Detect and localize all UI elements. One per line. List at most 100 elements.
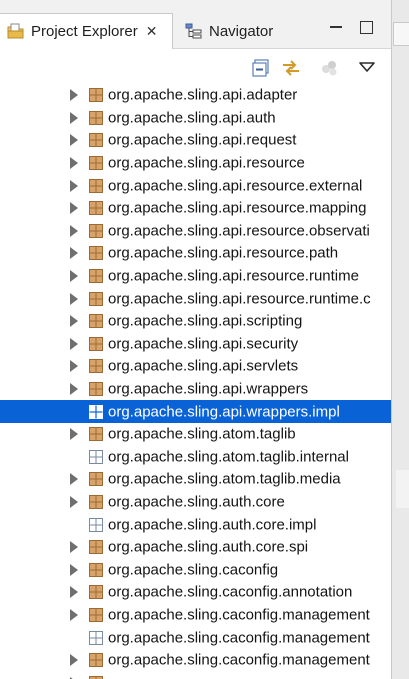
tree-row[interactable]: org.apache.sling.api.security [0, 333, 391, 356]
package-icon [88, 471, 104, 487]
tree-row[interactable]: org.apache.sling.caconfig.management [0, 649, 391, 672]
tree-row[interactable]: org.apache.sling.api.resource.path [0, 242, 391, 265]
tree-row[interactable]: org.apache.sling.api.resource.external [0, 174, 391, 197]
view-menu-icon[interactable] [356, 57, 378, 79]
tree-row[interactable]: org.apache.sling.atom.taglib [0, 423, 391, 446]
tree-row[interactable]: org.apache.sling.api.request [0, 129, 391, 152]
tree-row-label: org.apache.sling.caconfig.annotation [108, 583, 353, 601]
chevron-right-icon[interactable] [70, 428, 78, 441]
tree-row-label: org.apache.sling.atom.taglib.internal [108, 448, 349, 466]
tree-row-label: org.apache.sling.api.resource.path [108, 244, 339, 262]
tree-row[interactable]: org.apache.sling.auth.core.spi [0, 536, 391, 559]
minimize-icon[interactable] [329, 20, 345, 36]
chevron-right-icon[interactable] [70, 383, 78, 396]
chevron-right-icon[interactable] [70, 586, 78, 599]
package-icon [88, 426, 104, 442]
link-with-editor-icon[interactable] [280, 57, 302, 79]
chevron-right-icon[interactable] [70, 202, 78, 215]
editor-area-edge [392, 0, 409, 679]
tree-row[interactable]: org.apache.sling.api.wrappers [0, 378, 391, 401]
tree-row[interactable]: org.apache.sling.atom.taglib.media [0, 468, 391, 491]
editor-content-fragment [396, 470, 409, 508]
tree-row-label: org.apache.sling.caconfig.management [108, 651, 370, 669]
chevron-right-icon[interactable] [70, 563, 78, 576]
tree-row-label: org.apache.sling.api.resource.mapping [108, 199, 367, 217]
tree-row-label: org.apache.sling.auth.core.spi [108, 538, 309, 556]
tree-row[interactable]: org.apache.sling.auth.core.impl [0, 513, 391, 536]
tree-row[interactable]: org.apache.sling.api.resource.runtime.c [0, 287, 391, 310]
chevron-right-icon[interactable] [70, 654, 78, 667]
tree-row-label: org.apache.sling.auth.core.impl [108, 516, 317, 534]
chevron-right-icon[interactable] [70, 224, 78, 237]
tab-label: Navigator [209, 22, 274, 40]
chevron-right-icon[interactable] [70, 111, 78, 124]
package-icon [88, 404, 104, 420]
tree-row[interactable]: org.apache.sling.api.auth [0, 107, 391, 130]
tree-row[interactable]: org.apache.sling.caconfig.management [0, 604, 391, 627]
chevron-right-icon[interactable] [70, 179, 78, 192]
project-explorer-icon [6, 22, 26, 42]
tree-row[interactable]: org.apache.sling.caconfig.annotation [0, 581, 391, 604]
collapse-all-icon[interactable] [250, 57, 272, 79]
package-icon [88, 336, 104, 352]
chevron-right-icon[interactable] [70, 247, 78, 260]
tab-navigator[interactable]: Navigator [178, 14, 273, 48]
tree-row-label: org.apache.sling.api.wrappers.impl [108, 403, 340, 421]
project-explorer-view: Project Explorer ✕ Navigator org.apache.… [0, 0, 392, 679]
chevron-right-icon[interactable] [70, 270, 78, 283]
package-icon [88, 494, 104, 510]
chevron-right-icon[interactable] [70, 157, 78, 170]
tree-row-label: org.apache.sling.auth.core [108, 493, 285, 511]
view-toolbar [0, 49, 391, 85]
package-icon [88, 178, 104, 194]
close-icon[interactable]: ✕ [146, 23, 158, 40]
view-tab-bar: Project Explorer ✕ Navigator [0, 0, 391, 49]
view-window-controls [329, 20, 375, 36]
tree-row-label: org.apache.sling.api.auth [108, 109, 276, 127]
empty-package-icon [88, 517, 104, 533]
navigator-icon [184, 21, 204, 41]
tree-row[interactable]: org.apache.sling.api.wrappers.impl [0, 400, 391, 423]
tree-row[interactable]: org.apache.sling.api.scripting [0, 310, 391, 333]
tree-row-label: org.apache.sling.atom.taglib [108, 425, 296, 443]
package-icon [88, 358, 104, 374]
tree-row[interactable]: org.apache.sling.api.resource [0, 152, 391, 175]
chevron-right-icon[interactable] [70, 315, 78, 328]
tree-row[interactable] [0, 671, 391, 679]
chevron-right-icon[interactable] [70, 541, 78, 554]
package-tree: org.apache.sling.api.adapter org.apache.s… [0, 84, 391, 679]
chevron-right-icon[interactable] [70, 495, 78, 508]
chevron-right-icon[interactable] [70, 89, 78, 102]
tree-row[interactable]: org.apache.sling.caconfig [0, 558, 391, 581]
tree-row-label: org.apache.sling.api.resource.observati [108, 222, 370, 240]
tree-row-label: org.apache.sling.api.wrappers [108, 380, 309, 398]
package-icon [88, 562, 104, 578]
tree-row-label: org.apache.sling.caconfig.management [108, 629, 370, 647]
tree-row[interactable]: org.apache.sling.api.servlets [0, 355, 391, 378]
tree-row-label: org.apache.sling.api.request [108, 131, 297, 149]
tree-row[interactable]: org.apache.sling.caconfig.management [0, 626, 391, 649]
package-icon [88, 223, 104, 239]
tree-row-label: org.apache.sling.api.resource.runtime.c [108, 290, 371, 308]
tree-row[interactable]: org.apache.sling.api.adapter [0, 84, 391, 107]
tree-row[interactable]: org.apache.sling.api.resource.runtime [0, 265, 391, 288]
chevron-right-icon[interactable] [70, 292, 78, 305]
filter-icon[interactable] [318, 57, 340, 79]
chevron-right-icon[interactable] [70, 608, 78, 621]
package-icon [88, 313, 104, 329]
tree-row[interactable]: org.apache.sling.atom.taglib.internal [0, 446, 391, 469]
chevron-right-icon[interactable] [70, 360, 78, 373]
chevron-right-icon[interactable] [70, 473, 78, 486]
tree-row[interactable]: org.apache.sling.auth.core [0, 491, 391, 514]
package-icon [88, 87, 104, 103]
tree-row[interactable]: org.apache.sling.api.resource.mapping [0, 197, 391, 220]
maximize-icon[interactable] [359, 20, 375, 36]
tab-project-explorer[interactable]: Project Explorer ✕ [0, 13, 173, 49]
tree-row[interactable]: org.apache.sling.api.resource.observati [0, 220, 391, 243]
chevron-right-icon[interactable] [70, 134, 78, 147]
empty-package-icon [88, 449, 104, 465]
chevron-right-icon[interactable] [70, 337, 78, 350]
package-icon [88, 132, 104, 148]
package-icon [88, 539, 104, 555]
editor-tab-fragment[interactable] [393, 22, 409, 46]
